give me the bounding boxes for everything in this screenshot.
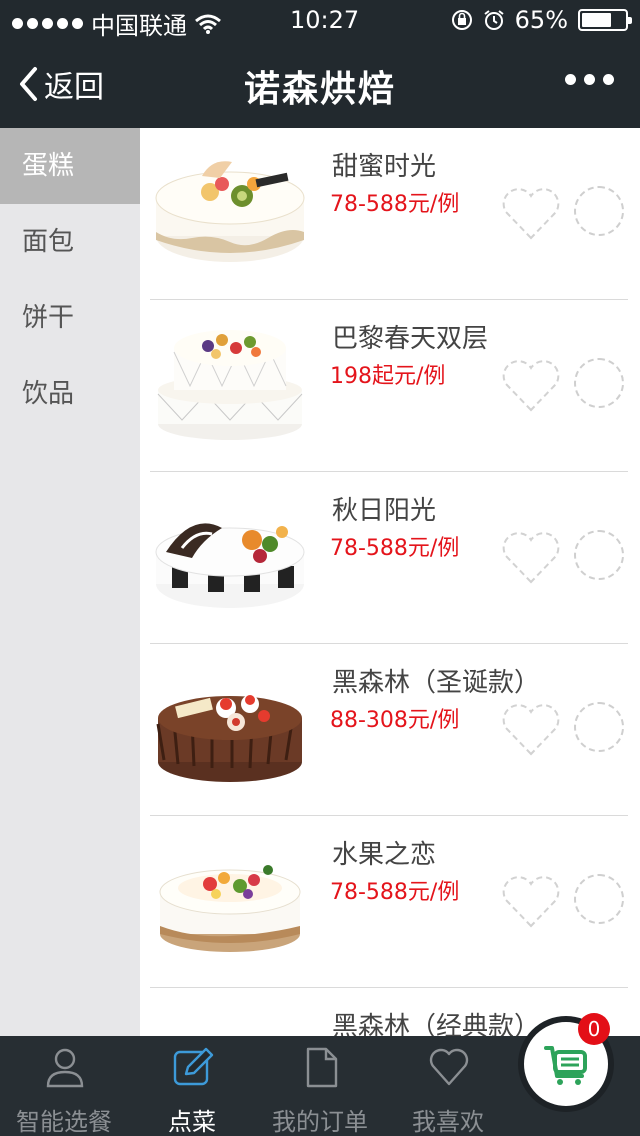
select-circle-button[interactable] <box>574 702 624 752</box>
battery-icon <box>578 9 632 31</box>
product-price: 198起元/例 <box>330 364 446 389</box>
category-item-drinks[interactable]: 饮品 <box>0 356 140 432</box>
select-circle-button[interactable] <box>574 358 624 408</box>
product-item[interactable]: 巴黎春天双层 198起元/例 <box>140 300 640 472</box>
page-title: 诺森烘焙 <box>243 69 396 110</box>
select-circle-button[interactable] <box>574 530 624 580</box>
tab-label: 智能选餐 <box>16 1108 112 1136</box>
signal-strength-icon <box>12 18 83 29</box>
product-image <box>159 865 301 952</box>
heart-outline-icon[interactable] <box>500 702 562 758</box>
product-image <box>155 161 305 262</box>
status-right: 65% <box>451 6 632 34</box>
category-item-biscuit[interactable]: 饼干 <box>0 280 140 356</box>
product-name: 黑森林（圣诞款） <box>332 668 541 698</box>
product-price: 88-308元/例 <box>330 708 460 733</box>
product-name: 黑森林（经典款） <box>332 1012 541 1036</box>
product-item[interactable]: 黑森林（圣诞款） 88-308元/例 <box>140 644 640 816</box>
battery-percent: 65% <box>514 6 568 34</box>
status-bar: 中国联通 10:27 65% <box>0 0 640 40</box>
product-image <box>156 695 302 782</box>
cart-count-badge: 0 <box>578 1013 610 1045</box>
tab-my-orders[interactable]: 我的订单 <box>256 1036 384 1136</box>
category-item-cake[interactable]: 蛋糕 <box>0 128 140 204</box>
heart-outline-icon[interactable] <box>500 874 562 930</box>
product-item[interactable]: 水果之恋 78-588元/例 <box>140 816 640 988</box>
document-icon <box>306 1047 338 1088</box>
nav-bar: 返回 诺森烘焙 <box>0 40 640 128</box>
product-image <box>157 330 303 440</box>
product-price: 78-588元/例 <box>330 536 460 561</box>
tab-order[interactable]: 点菜 <box>128 1036 256 1136</box>
person-icon <box>46 1048 84 1088</box>
heart-outline-icon[interactable] <box>500 358 562 414</box>
select-circle-button[interactable] <box>574 186 624 236</box>
product-image <box>152 1008 308 1036</box>
product-name: 巴黎春天双层 <box>332 324 489 354</box>
select-circle-button[interactable] <box>574 874 624 924</box>
status-left: 中国联通 <box>12 6 221 41</box>
tab-smart-select[interactable]: 智能选餐 <box>0 1036 128 1136</box>
product-item[interactable]: 甜蜜时光 78-588元/例 <box>140 128 640 300</box>
tab-label: 我的订单 <box>272 1108 368 1136</box>
heart-outline-icon[interactable] <box>500 530 562 586</box>
product-name: 水果之恋 <box>332 840 437 870</box>
tab-label: 我喜欢 <box>412 1108 484 1136</box>
product-price: 78-588元/例 <box>330 192 460 217</box>
category-sidebar: 蛋糕 面包 饼干 饮品 <box>0 128 140 1036</box>
tab-label: 点菜 <box>168 1108 216 1136</box>
tab-favorites[interactable]: 我喜欢 <box>384 1036 512 1136</box>
heart-outline-icon[interactable] <box>500 186 562 242</box>
category-item-bread[interactable]: 面包 <box>0 204 140 280</box>
rotation-lock-icon <box>451 10 472 30</box>
more-button[interactable] <box>565 74 614 85</box>
status-time: 10:27 <box>290 6 360 34</box>
carrier-label: 中国联通 <box>91 12 187 40</box>
product-list: 甜蜜时光 78-588元/例 巴黎春天双层 198起元/例 秋日阳光 78-58… <box>140 128 640 1036</box>
edit-icon <box>173 1047 214 1086</box>
product-item[interactable]: 秋日阳光 78-588元/例 <box>140 472 640 644</box>
product-price: 78-588元/例 <box>330 880 460 905</box>
heart-icon <box>429 1048 469 1086</box>
wifi-icon <box>195 14 221 34</box>
product-name: 甜蜜时光 <box>332 152 437 182</box>
product-name: 秋日阳光 <box>332 496 437 526</box>
product-image <box>155 523 305 608</box>
alarm-icon <box>484 10 504 30</box>
